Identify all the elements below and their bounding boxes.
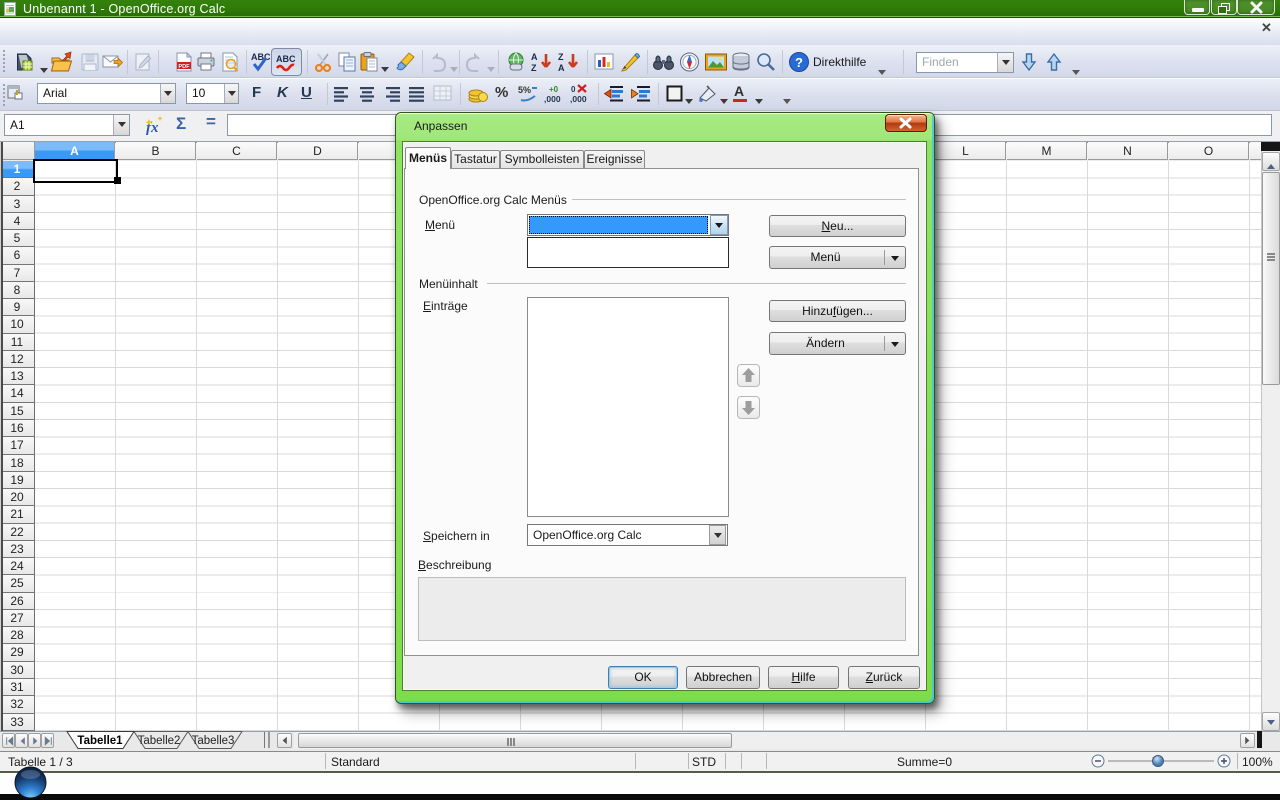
svg-text:PDF: PDF [178, 64, 190, 70]
svg-text:,000: ,000 [570, 94, 587, 104]
svg-text:5%: 5% [518, 85, 531, 95]
svg-text:A: A [558, 63, 565, 73]
svg-text:+0: +0 [549, 85, 559, 94]
svg-text:ABC: ABC [251, 52, 271, 62]
svg-text:Z: Z [558, 52, 564, 62]
svg-text:Tabelle3: Tabelle3 [192, 735, 235, 747]
svg-text:Tabelle1: Tabelle1 [77, 735, 123, 747]
svg-text:,000: ,000 [544, 94, 561, 104]
svg-text:?: ? [795, 55, 803, 70]
svg-text:Z: Z [531, 63, 537, 73]
svg-text:0: 0 [571, 85, 576, 94]
svg-text:A: A [531, 52, 538, 62]
svg-text:Tabelle2: Tabelle2 [138, 735, 181, 747]
svg-text:ABC: ABC [276, 54, 296, 64]
